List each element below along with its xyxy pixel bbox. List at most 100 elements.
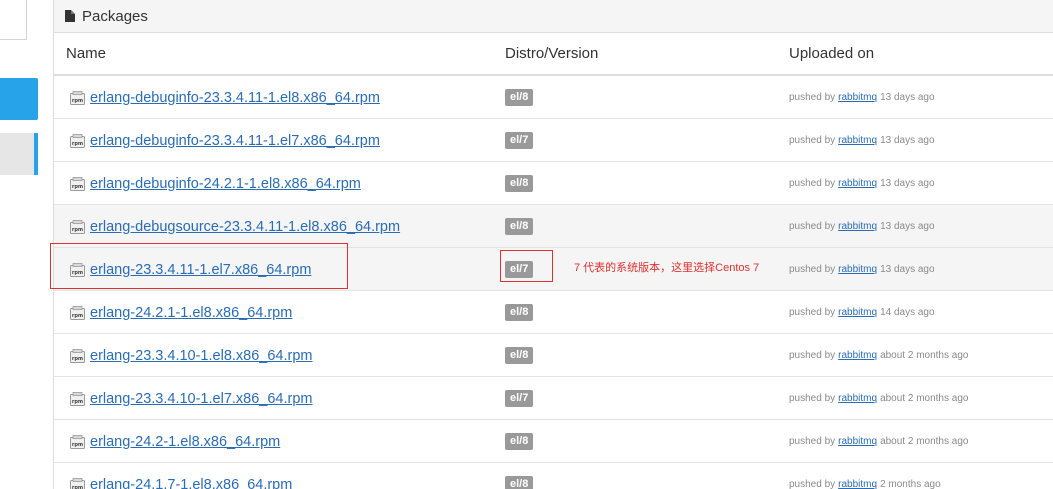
sidebar-item-edge [34, 133, 38, 175]
upload-info: pushed by rabbitmq 13 days ago [789, 76, 935, 119]
upload-info: pushed by rabbitmq 13 days ago [789, 119, 935, 162]
pushed-by-label: pushed by [789, 178, 836, 189]
rpm-package-icon: rpm [70, 391, 85, 406]
panel-title: Packages [82, 7, 148, 25]
uploader-link[interactable]: rabbitmq [838, 135, 877, 146]
svg-text:rpm: rpm [72, 485, 83, 489]
upload-info: pushed by rabbitmq 13 days ago [789, 162, 935, 205]
upload-time: 14 days ago [880, 307, 935, 318]
table-row: rpm erlang-debuginfo-24.2.1-1.el8.x86_64.… [54, 162, 1053, 205]
table-row: rpm erlang-debuginfo-23.3.4.11-1.el8.x86_… [54, 76, 1053, 119]
sidebar-box[interactable] [0, 0, 27, 40]
upload-time: about 2 months ago [880, 436, 969, 447]
rpm-package-icon: rpm [70, 133, 85, 148]
upload-info: pushed by rabbitmq about 2 months ago [789, 334, 968, 377]
pushed-by-label: pushed by [789, 307, 836, 318]
rpm-package-icon: rpm [70, 90, 85, 105]
pushed-by-label: pushed by [789, 436, 836, 447]
rpm-package-icon: rpm [70, 477, 85, 489]
pushed-by-label: pushed by [789, 479, 836, 489]
package-cell: rpm erlang-debuginfo-24.2.1-1.el8.x86_64.… [70, 162, 361, 205]
upload-time: 13 days ago [880, 135, 935, 146]
uploader-link[interactable]: rabbitmq [838, 436, 877, 447]
package-link[interactable]: erlang-debuginfo-23.3.4.11-1.el7.x86_64.… [90, 133, 380, 149]
table-row: rpm erlang-debugsource-23.3.4.11-1.el8.x8… [54, 205, 1053, 248]
pushed-by-label: pushed by [789, 350, 836, 361]
package-cell: rpm erlang-24.2-1.el8.x86_64.rpm [70, 420, 280, 463]
rpm-package-icon: rpm [70, 219, 85, 234]
upload-info: pushed by rabbitmq about 2 months ago [789, 377, 968, 420]
panel-heading: Packages [54, 0, 1053, 33]
rpm-package-icon: rpm [70, 305, 85, 320]
rpm-package-icon: rpm [70, 348, 85, 363]
distro-badge[interactable]: el/8 [505, 347, 534, 364]
sidebar-active-item[interactable] [0, 78, 38, 120]
svg-text:rpm: rpm [72, 356, 83, 362]
package-link[interactable]: erlang-24.1.7-1.el8.x86_64.rpm [90, 477, 292, 489]
table-row: rpm erlang-24.1.7-1.el8.x86_64.rpm el/8 pus… [54, 463, 1053, 489]
pushed-by-label: pushed by [789, 264, 836, 275]
table-row: rpm erlang-23.3.4.10-1.el7.x86_64.rpm el/7… [54, 377, 1053, 420]
table-row: rpm erlang-23.3.4.10-1.el8.x86_64.rpm el/8… [54, 334, 1053, 377]
upload-info: pushed by rabbitmq 13 days ago [789, 248, 935, 291]
svg-text:rpm: rpm [72, 98, 83, 104]
column-distro: Distro/Version [505, 45, 599, 62]
upload-time: 13 days ago [880, 92, 935, 103]
pushed-by-label: pushed by [789, 393, 836, 404]
package-link[interactable]: erlang-23.3.4.10-1.el8.x86_64.rpm [90, 348, 312, 364]
upload-time: about 2 months ago [880, 350, 969, 361]
annotation-note: 7 代表的系统版本，这里选择Centos 7 [574, 262, 760, 274]
distro-badge[interactable]: el/8 [505, 433, 534, 450]
highlight-distro [500, 250, 553, 282]
uploader-link[interactable]: rabbitmq [838, 307, 877, 318]
svg-text:rpm: rpm [72, 399, 83, 405]
highlight-package-name [50, 243, 348, 289]
package-link[interactable]: erlang-debuginfo-23.3.4.11-1.el8.x86_64.… [90, 90, 380, 106]
uploader-link[interactable]: rabbitmq [838, 350, 877, 361]
upload-time: 13 days ago [880, 178, 935, 189]
distro-badge[interactable]: el/8 [505, 89, 534, 106]
uploader-link[interactable]: rabbitmq [838, 92, 877, 103]
distro-badge[interactable]: el/7 [505, 390, 534, 407]
svg-text:rpm: rpm [72, 313, 83, 319]
uploader-link[interactable]: rabbitmq [838, 393, 877, 404]
upload-time: 13 days ago [880, 264, 935, 275]
svg-text:rpm: rpm [72, 442, 83, 448]
svg-text:rpm: rpm [72, 184, 83, 190]
package-cell: rpm erlang-debugsource-23.3.4.11-1.el8.x8… [70, 205, 400, 248]
column-name: Name [66, 45, 107, 62]
left-sidebar [0, 0, 38, 489]
package-cell: rpm erlang-23.3.4.10-1.el7.x86_64.rpm [70, 377, 312, 420]
package-link[interactable]: erlang-24.2-1.el8.x86_64.rpm [90, 434, 280, 450]
upload-time: about 2 months ago [880, 393, 969, 404]
distro-badge[interactable]: el/7 [505, 132, 534, 149]
upload-info: pushed by rabbitmq 13 days ago [789, 205, 935, 248]
upload-info: pushed by rabbitmq about 2 months ago [789, 420, 968, 463]
uploader-link[interactable]: rabbitmq [838, 264, 877, 275]
uploader-link[interactable]: rabbitmq [838, 221, 877, 232]
distro-badge[interactable]: el/8 [505, 304, 534, 321]
distro-badge[interactable]: el/8 [505, 218, 534, 235]
sidebar-item[interactable] [0, 133, 34, 175]
upload-info: pushed by rabbitmq 14 days ago [789, 291, 935, 334]
rpm-package-icon: rpm [70, 176, 85, 191]
package-link[interactable]: erlang-24.2.1-1.el8.x86_64.rpm [90, 305, 292, 321]
upload-info: pushed by rabbitmq 2 months ago [789, 463, 941, 489]
distro-badge[interactable]: el/8 [505, 175, 534, 192]
package-cell: rpm erlang-24.2.1-1.el8.x86_64.rpm [70, 291, 292, 334]
package-cell: rpm erlang-debuginfo-23.3.4.11-1.el8.x86_… [70, 76, 380, 119]
package-link[interactable]: erlang-debuginfo-24.2.1-1.el8.x86_64.rpm [90, 176, 361, 192]
rpm-package-icon: rpm [70, 434, 85, 449]
uploader-link[interactable]: rabbitmq [838, 178, 877, 189]
table-row: rpm erlang-debuginfo-23.3.4.11-1.el7.x86_… [54, 119, 1053, 162]
uploader-link[interactable]: rabbitmq [838, 479, 877, 489]
table-row: rpm erlang-24.2.1-1.el8.x86_64.rpm el/8 pus… [54, 291, 1053, 334]
svg-text:rpm: rpm [72, 227, 83, 233]
table-header: Name Distro/Version Uploaded on [54, 33, 1053, 76]
package-cell: rpm erlang-23.3.4.10-1.el8.x86_64.rpm [70, 334, 312, 377]
package-link[interactable]: erlang-debugsource-23.3.4.11-1.el8.x86_6… [90, 219, 400, 235]
distro-badge[interactable]: el/8 [505, 476, 534, 489]
pushed-by-label: pushed by [789, 92, 836, 103]
package-link[interactable]: erlang-23.3.4.10-1.el7.x86_64.rpm [90, 391, 312, 407]
upload-time: 13 days ago [880, 221, 935, 232]
